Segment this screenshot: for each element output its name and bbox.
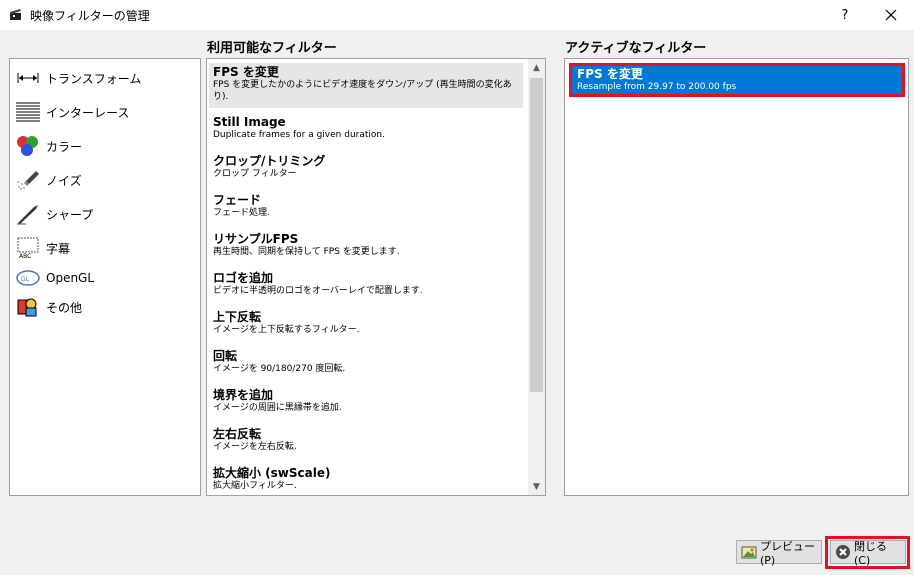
- filter-item[interactable]: FPS を変更 FPS を変更したかのようにビデオ速度をダウン/アップ (再生時…: [209, 63, 523, 108]
- filter-description: イメージを上下反転するフィルター.: [213, 325, 360, 335]
- filter-name: 拡大縮小 (swScale): [213, 466, 331, 480]
- active-filter-list[interactable]: FPS を変更 Resample from 29.97 to 200.00 fp…: [564, 58, 909, 496]
- filter-item[interactable]: クロップ/トリミング クロップ フィルター: [209, 152, 523, 182]
- filter-item[interactable]: ロゴを追加 ビデオに半透明のロゴをオーバーレイで配置します.: [209, 269, 523, 299]
- close-icon: [885, 9, 897, 21]
- filter-item[interactable]: Still Image Duplicate frames for a given…: [209, 113, 523, 143]
- filter-name: 左右反転: [213, 427, 262, 441]
- sharpen-knife-icon: [16, 202, 40, 226]
- category-label: 字幕: [46, 241, 71, 256]
- window-title: 映像フィルターの管理: [30, 9, 150, 23]
- filter-name: 境界を追加: [213, 388, 274, 402]
- svg-text:ABC: ABC: [19, 253, 31, 259]
- available-filter-list[interactable]: FPS を変更 FPS を変更したかのようにビデオ速度をダウン/アップ (再生時…: [206, 58, 546, 496]
- category-label: OpenGL: [46, 271, 95, 285]
- filter-name: FPS を変更: [213, 65, 279, 79]
- category-item-subtitle[interactable]: ABC 字幕: [16, 234, 196, 262]
- filter-description: 拡大縮小フィルター.: [213, 481, 297, 491]
- preview-button[interactable]: プレビュー(P): [736, 539, 822, 567]
- category-label: カラー: [46, 139, 83, 154]
- filter-name: フェード: [213, 193, 262, 207]
- scroll-up-icon[interactable]: ▲: [528, 59, 545, 76]
- filter-description: クロップ フィルター: [213, 169, 297, 179]
- filter-item[interactable]: 拡大縮小 (swScale) 拡大縮小フィルター.: [209, 464, 523, 494]
- filter-name: リサンプルFPS: [213, 232, 299, 246]
- category-item-noise[interactable]: ノイズ: [16, 166, 196, 194]
- filter-description: イメージを左右反転.: [213, 442, 297, 452]
- filter-item[interactable]: 回転 イメージを 90/180/270 度回転.: [209, 347, 523, 377]
- preview-picture-icon: [741, 544, 757, 560]
- filter-description: ビデオに半透明のロゴをオーバーレイで配置します.: [213, 286, 423, 296]
- clapperboard-icon: [10, 9, 21, 20]
- category-item-color[interactable]: カラー: [16, 132, 196, 160]
- misc-picture-icon: [16, 295, 40, 319]
- filter-item[interactable]: 境界を追加 イメージの周囲に黒縁帯を追加.: [209, 386, 523, 416]
- close-window-button[interactable]: [868, 0, 914, 30]
- filter-name: 上下反転: [213, 310, 262, 324]
- category-item-opengl[interactable]: GL OpenGL: [16, 264, 196, 292]
- filter-description: Duplicate frames for a given duration.: [213, 130, 385, 140]
- opengl-logo-icon: GL: [16, 266, 40, 290]
- active-filter-item[interactable]: FPS を変更 Resample from 29.97 to 200.00 fp…: [569, 63, 905, 97]
- filter-name: Still Image: [213, 115, 286, 129]
- category-item-sharpen[interactable]: シャープ: [16, 200, 196, 228]
- available-filters-header: 利用可能なフィルター: [207, 41, 337, 56]
- scrollbar-thumb[interactable]: [530, 78, 543, 392]
- filter-name: クロップ/トリミング: [213, 154, 326, 168]
- filter-description: イメージを 90/180/270 度回転.: [213, 364, 346, 374]
- close-button-highlight: [825, 536, 910, 569]
- interlace-lines-icon: [16, 100, 40, 124]
- filter-item[interactable]: 左右反転 イメージを左右反転.: [209, 425, 523, 455]
- filter-description: 再生時間、同期を保持して FPS を変更します.: [213, 247, 400, 257]
- category-list: トランスフォーム インターレース カラー ノイズ シャープ ABC 字幕 GL: [9, 58, 201, 496]
- category-item-interlace[interactable]: インターレース: [16, 98, 196, 126]
- noise-brush-icon: [16, 168, 40, 192]
- category-label: トランスフォーム: [46, 71, 142, 86]
- subtitle-abc-icon: ABC: [16, 236, 40, 260]
- filter-item[interactable]: リサンプルFPS 再生時間、同期を保持して FPS を変更します.: [209, 230, 523, 260]
- active-filter-description: Resample from 29.97 to 200.00 fps: [577, 82, 737, 92]
- help-button[interactable]: ?: [828, 0, 862, 30]
- category-label: ノイズ: [46, 173, 82, 188]
- category-label: インターレース: [46, 105, 130, 120]
- svg-text:GL: GL: [21, 276, 30, 283]
- filter-name: 回転: [213, 349, 238, 363]
- filter-item[interactable]: 上下反転 イメージを上下反転するフィルター.: [209, 308, 523, 338]
- filter-description: FPS を変更したかのようにビデオ速度をダウン/アップ (再生時間の変化あり).: [213, 80, 512, 102]
- filter-name: ロゴを追加: [213, 271, 274, 285]
- category-label: シャープ: [46, 207, 94, 222]
- filter-description: イメージの周囲に黒縁帯を追加.: [213, 403, 342, 413]
- category-label: その他: [46, 300, 83, 315]
- active-filter-name: FPS を変更: [577, 67, 643, 81]
- active-filters-header: アクティブなフィルター: [565, 41, 707, 56]
- color-circles-icon: [16, 134, 40, 158]
- scroll-down-icon[interactable]: ▼: [528, 478, 545, 495]
- preview-button-label: プレビュー(P): [760, 539, 815, 567]
- transform-arrows-icon: [16, 66, 40, 90]
- title-bar: 映像フィルターの管理 ?: [0, 0, 914, 30]
- vertical-scrollbar[interactable]: ▲ ▼: [528, 59, 545, 495]
- category-item-other[interactable]: その他: [16, 293, 196, 321]
- filter-description: フェード処理.: [213, 208, 270, 218]
- filter-item[interactable]: フェード フェード処理.: [209, 191, 523, 221]
- category-item-transform[interactable]: トランスフォーム: [16, 64, 196, 92]
